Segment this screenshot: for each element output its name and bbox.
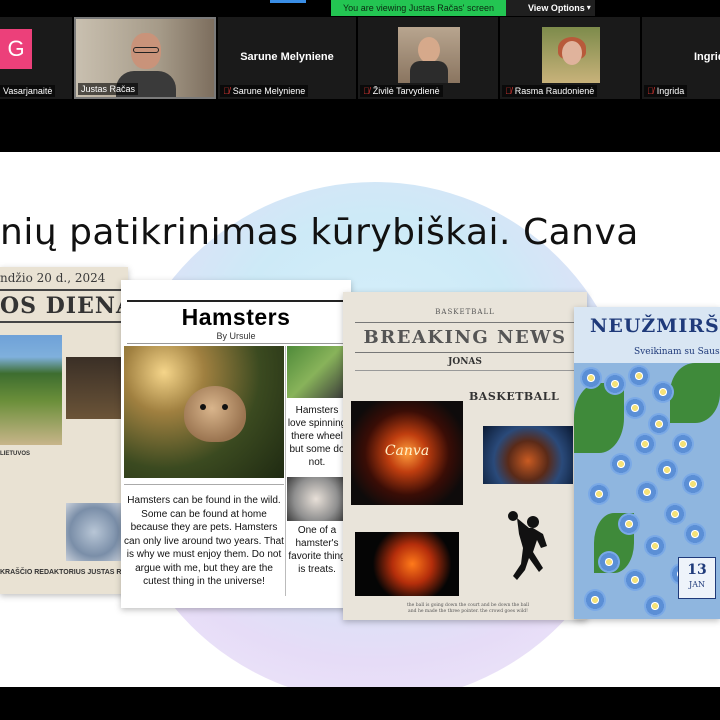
mic-muted-icon: 🎙̸ [505,86,512,96]
participant-name-label: 🎙̸ Ingrida [644,85,688,97]
participant-tile[interactable]: 🎙̸ Rasma Raudonienė [500,17,640,99]
fire-canva-image: Canva [351,401,463,505]
hamsters-main-text: Hamsters can be found in the wild. Some … [124,495,284,587]
participant-name-label: 🎙̸ Sarune Melyniene [220,85,309,97]
poster-heading: NEUŽMIRŠT [590,315,720,337]
view-options-label: View Options [527,3,585,13]
forget-me-not-flowers-image: 13 JAN [574,363,720,619]
participant-tile[interactable]: 🎙̸ Živilė Tarvydienė [358,17,498,99]
hamsters-title: Hamsters [181,304,291,330]
hamsters-byline: By Ursule [127,331,345,344]
basketball-player-icon [508,511,547,580]
participant-name-label: Vasarjanaitė [0,85,56,97]
mic-muted-icon: 🎙̸ [647,86,654,96]
view-options-button[interactable]: View Options ▾ [505,0,595,16]
shared-screen-slide: nių patikrinimas kūrybiškai. Canva ndžio… [0,152,720,687]
screen-share-banner: You are viewing Justas Račas' screen Vie… [331,0,595,16]
fire-basketball-image [355,532,459,596]
poster-date-box: 13 JAN [678,557,716,599]
hamster-treat-photo [287,477,345,521]
participant-tile[interactable]: G Vasarjanaitė [0,17,72,99]
newspaper-section-label: LIETUVOS [0,451,31,457]
participant-tile[interactable]: Ingrid 🎙̸ Ingrida [642,17,720,99]
avatar: G [0,29,32,69]
canva-logo-text: Canva [384,443,430,459]
newspaper-date: ndžio 20 d., 2024 [0,271,106,285]
breaking-news-kicker: BASKETBALL [435,308,495,316]
newspaper-masthead: OS DIENA [0,289,128,323]
hamsters-side-text-1: Hamsters love spinning there wheel but s… [287,405,347,468]
participant-video [398,27,460,83]
newspaper-card-lithuanian: ndžio 20 d., 2024 OS DIENA LIETUVOS KRAŠ… [0,267,128,594]
breaking-news-headline: BREAKING NEWS [355,322,575,353]
poster-card-forget-me-not: NEUŽMIRŠT Sveikinam su Sausi [574,307,720,619]
participant-center-name: Ingrid [694,51,720,63]
slide-title: nių patikrinimas kūrybiškai. Canva [0,212,639,253]
bottom-black-bar [0,687,720,720]
viewing-screen-text: You are viewing Justas Račas' screen [331,0,506,16]
mic-muted-icon: 🎙̸ [223,86,230,96]
newspaper-footer: KRAŠČIO REDAKTORIUS JUSTAS R [0,569,122,576]
breaking-news-author: JONAS [355,357,575,371]
poster-subheading: Sveikinam su Sausi [634,347,720,357]
screen-share-indicator [270,0,306,3]
hamsters-side-text-2: One of a hamster's favorite thing is tre… [288,525,346,575]
lantern-photo [66,357,122,419]
breaking-news-section: BASKETBALL [469,390,560,403]
zoom-window: You are viewing Justas Račas' screen Vie… [0,0,720,720]
hamster-wheel-photo [287,346,345,398]
chevron-down-icon: ▾ [586,3,591,12]
participant-video [542,27,600,83]
participant-center-name: Sarune Melyniene [240,51,334,63]
mic-muted-icon: 🎙̸ [363,86,370,96]
participant-name-label: 🎙̸ Živilė Tarvydienė [360,85,443,97]
breaking-news-caption: the ball is going down the court and be … [406,603,530,614]
participant-gallery: G Vasarjanaitė Justas Račas Sarune Melyn… [0,17,720,99]
frost-photo [66,503,122,561]
participant-name-label: Justas Račas [78,83,139,95]
newspaper-card-breaking-news: BASKETBALL BREAKING NEWS JONAS BASKETBAL… [343,292,587,620]
poster-date-month: JAN [689,580,705,589]
hamster-photo [124,346,284,478]
participant-tile-active-speaker[interactable]: Justas Račas [74,17,216,99]
participant-tile[interactable]: Sarune Melyniene 🎙̸ Sarune Melyniene [218,17,356,99]
poster-date-day: 13 [687,562,707,578]
crowd-photo [0,335,62,445]
newspaper-card-hamsters: Hamsters By Ursule Hamsters love spinnin… [121,280,351,608]
basketball-hoop-image [483,426,573,484]
participant-name-label: 🎙̸ Rasma Raudonienė [502,85,598,97]
